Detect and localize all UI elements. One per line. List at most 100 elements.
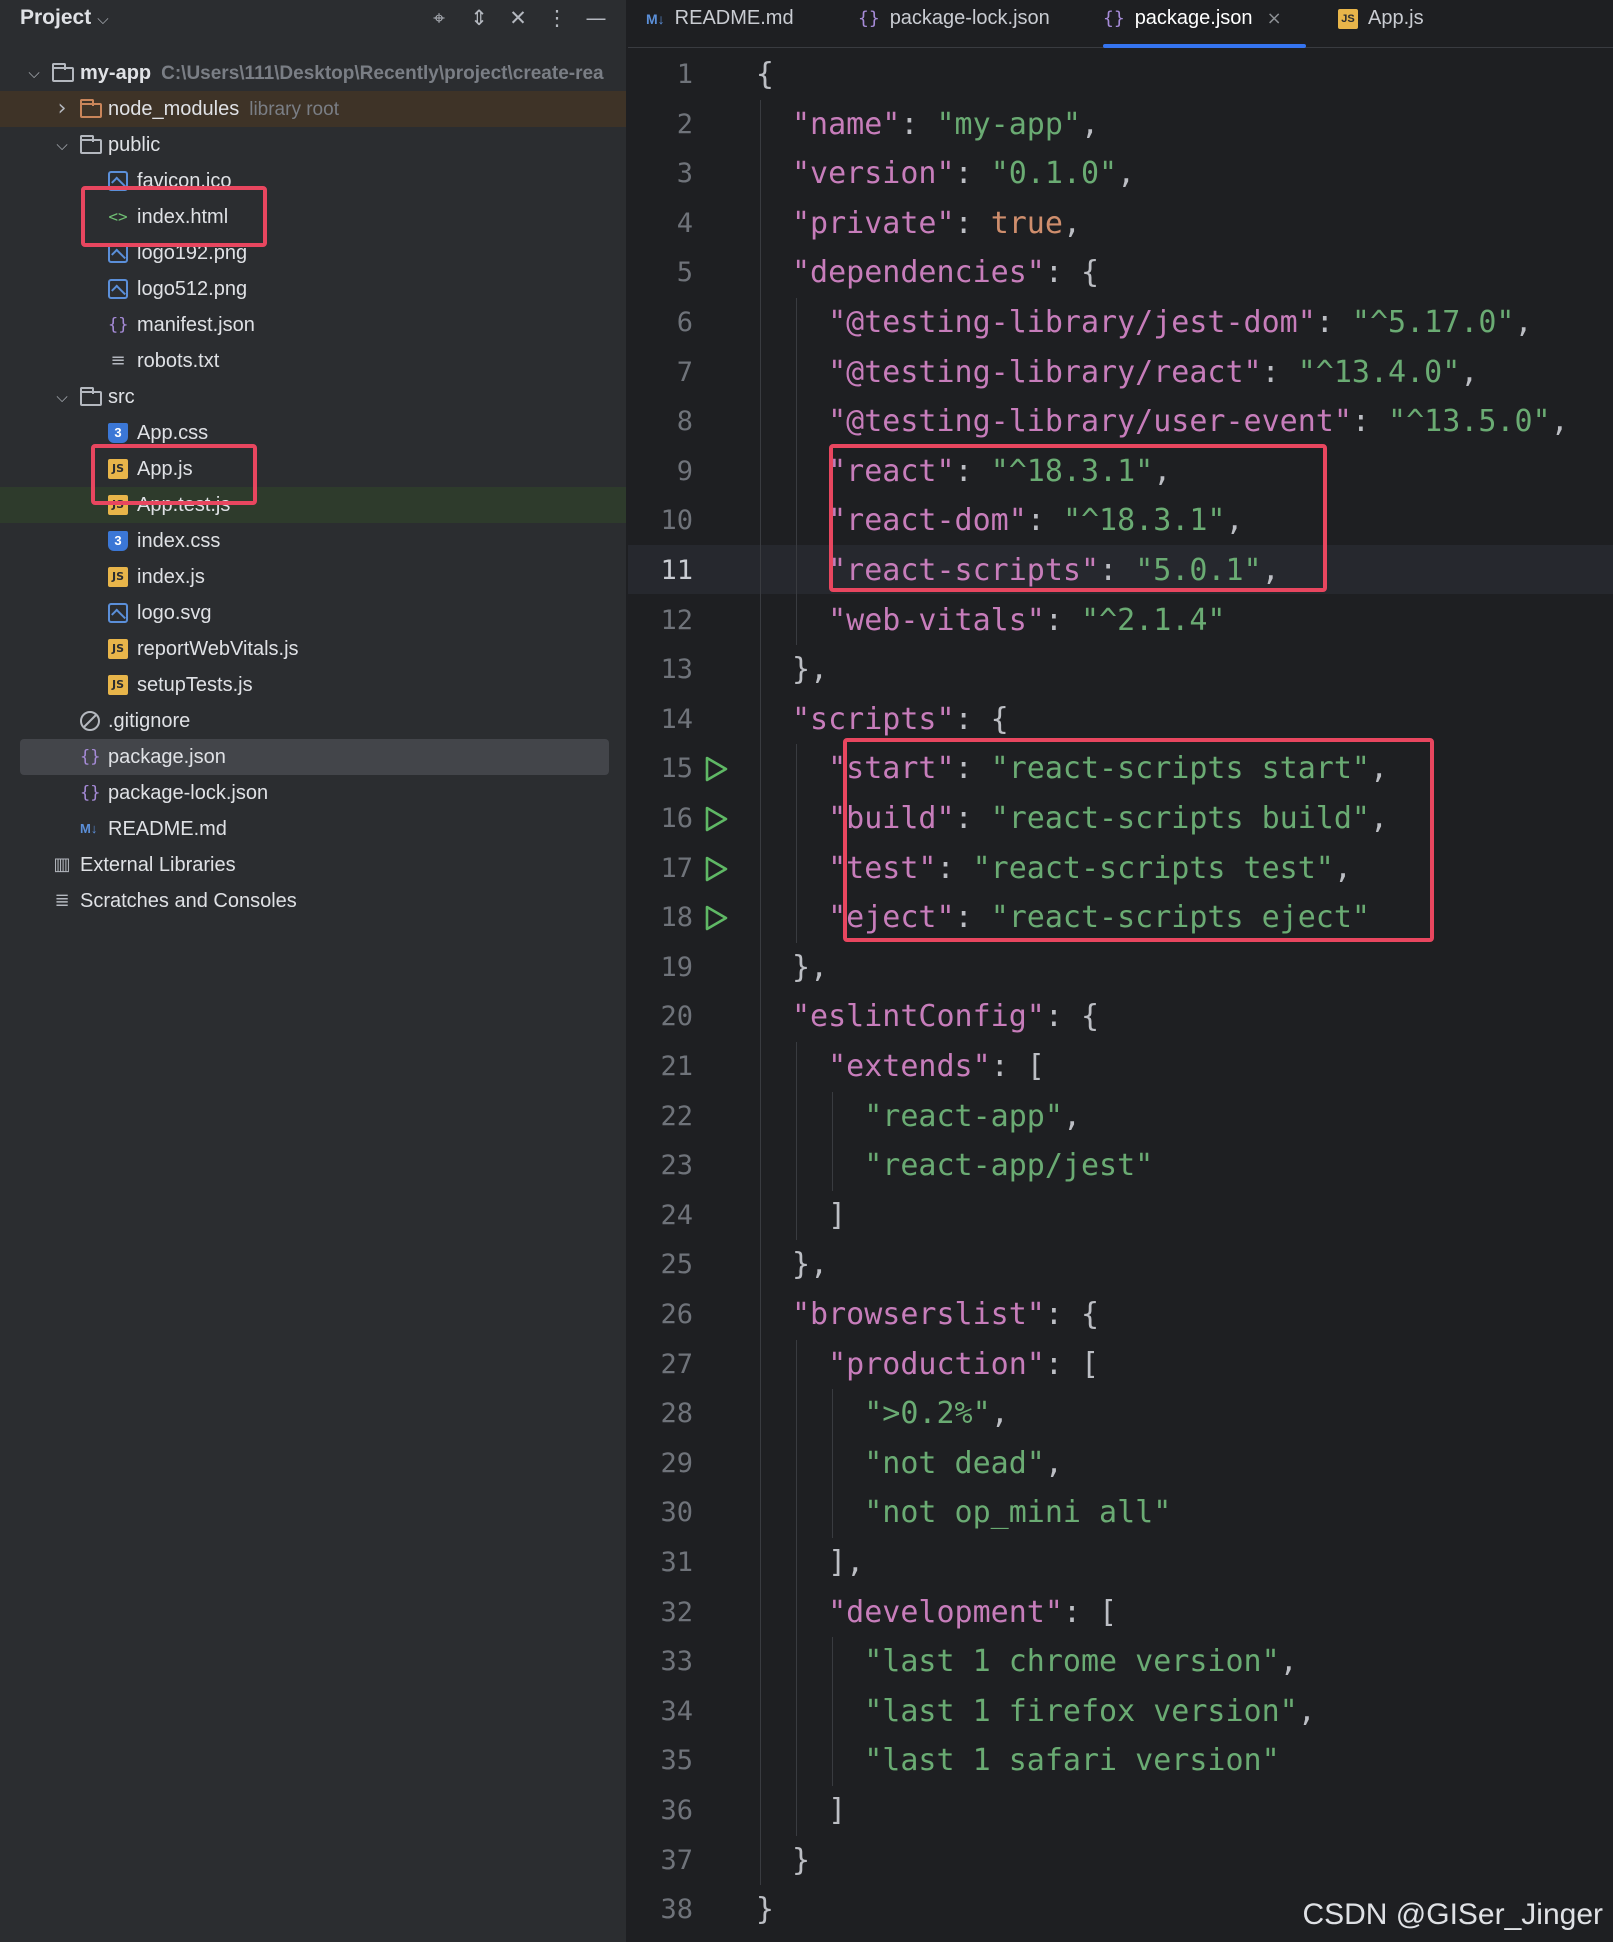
close-icon[interactable]: × xyxy=(1267,8,1282,29)
line-number: 38 xyxy=(660,1894,693,1926)
tree-item[interactable]: JS setupTests.js xyxy=(0,667,626,703)
editor-tab-bar: M↓ README.md {} package-lock.json {} package.… xyxy=(628,0,1613,48)
text-file-icon: ≡ xyxy=(110,350,126,371)
tree-item-label: index.css xyxy=(137,530,221,552)
line-number: 20 xyxy=(660,1001,693,1033)
folder-icon xyxy=(80,99,102,118)
scratch-icon: ≣ xyxy=(54,890,70,911)
folder-icon xyxy=(80,135,102,154)
tree-item[interactable]: {} package-lock.json xyxy=(0,775,626,811)
line-number: 15 xyxy=(660,753,693,785)
tree-item[interactable]: ⌵ my-app C:\Users\111\Desktop\Recently\pro… xyxy=(0,55,626,91)
line-number: 17 xyxy=(660,852,693,884)
tree-item-label: Scratches and Consoles xyxy=(80,890,297,912)
tree-item-label: package-lock.json xyxy=(108,782,269,804)
tree-item[interactable]: ≡ robots.txt xyxy=(0,343,626,379)
tree-item[interactable]: {} package.json xyxy=(20,739,609,775)
line-number: 25 xyxy=(660,1249,693,1281)
code-line: "@testing-library/jest-dom": "^5.17.0", xyxy=(828,305,1533,340)
project-panel: Project ⌵ ⌖ ⇕ ✕ ⋮ — ⌵ my-app C:\Users\111\D… xyxy=(0,0,627,1942)
line-number: 14 xyxy=(660,703,693,735)
code-line: "web-vitals": "^2.1.4" xyxy=(828,602,1226,638)
more-icon[interactable]: ⋮ xyxy=(543,4,571,32)
editor-tab-label: package-lock.json xyxy=(889,7,1050,29)
code-line: "last 1 firefox version", xyxy=(864,1693,1316,1729)
project-title: Project xyxy=(20,6,92,29)
line-number: 6 xyxy=(676,307,693,338)
line-number: 27 xyxy=(660,1348,693,1380)
code-line: } xyxy=(755,1892,774,1928)
tree-item[interactable]: 3 index.css xyxy=(0,523,626,559)
image-file-icon xyxy=(108,279,128,299)
js-file-icon: JS xyxy=(1338,9,1358,29)
expand-icon[interactable]: ⇕ xyxy=(465,4,493,32)
run-icon[interactable] xyxy=(702,855,730,883)
run-icon[interactable] xyxy=(702,904,730,932)
code-editor[interactable]: M↓ README.md {} package-lock.json {} package.… xyxy=(628,0,1613,1942)
chevron-down-icon[interactable]: ⌵ xyxy=(52,127,72,163)
code-line: "react-app", xyxy=(864,1098,1081,1134)
tree-item[interactable]: {} manifest.json xyxy=(0,307,626,343)
editor-tab[interactable]: {} package.json × xyxy=(1103,0,1306,48)
tree-item[interactable]: ⌵ public xyxy=(0,127,626,163)
minimize-icon[interactable]: — xyxy=(582,4,610,32)
editor-tab[interactable]: M↓ README.md xyxy=(646,0,794,48)
tree-item[interactable]: .gitignore xyxy=(0,703,626,739)
tree-item-label: index.js xyxy=(137,566,205,588)
json-file-icon: {} xyxy=(1103,8,1125,29)
tree-item[interactable]: › node_modules library root xyxy=(0,91,626,127)
library-icon: ▥ xyxy=(53,854,71,875)
code-line: }, xyxy=(755,652,829,688)
line-number: 19 xyxy=(660,951,693,983)
editor-tab[interactable]: JS App.js xyxy=(1338,0,1424,48)
chevron-down-icon[interactable]: ⌵ xyxy=(24,55,44,91)
line-number: 4 xyxy=(676,207,693,239)
tree-item[interactable]: logo512.png xyxy=(0,271,626,307)
line-number: 36 xyxy=(660,1795,693,1826)
chevron-down-icon: ⌵ xyxy=(97,11,109,28)
code-line: "extends": [ xyxy=(828,1049,1045,1084)
tree-item[interactable]: ▥ External Libraries xyxy=(0,847,626,883)
line-number: 12 xyxy=(660,604,693,636)
line-number: 34 xyxy=(660,1695,693,1727)
json-file-icon: {} xyxy=(80,783,101,803)
tree-item-label: logo.svg xyxy=(137,602,212,624)
line-number: 8 xyxy=(676,406,693,438)
collapse-icon[interactable]: ✕ xyxy=(504,4,532,32)
code-line: "private": true, xyxy=(792,205,1081,241)
line-number: 3 xyxy=(676,158,693,190)
tree-item[interactable]: JS index.js xyxy=(0,559,626,595)
css-file-icon: 3 xyxy=(108,423,128,443)
folder-icon xyxy=(52,63,74,82)
chevron-right-icon[interactable]: › xyxy=(52,91,72,127)
line-number: 33 xyxy=(660,1646,693,1678)
tree-item-label: reportWebVitals.js xyxy=(137,638,299,660)
line-number: 5 xyxy=(676,257,693,289)
tree-item-label: node_modules xyxy=(108,98,240,120)
run-icon[interactable] xyxy=(702,755,730,783)
code-line: "production": [ xyxy=(828,1346,1100,1382)
tree-item-label: src xyxy=(108,386,135,408)
tree-item[interactable]: ≣ Scratches and Consoles xyxy=(0,883,626,919)
project-view-selector[interactable]: Project ⌵ xyxy=(20,6,109,30)
tree-item[interactable]: M↓ README.md xyxy=(0,811,626,847)
run-icon[interactable] xyxy=(702,805,730,833)
code-line: "not dead", xyxy=(864,1445,1063,1481)
code-line: "react-app/jest" xyxy=(864,1148,1154,1184)
line-number: 32 xyxy=(660,1596,693,1628)
tree-item-label: setupTests.js xyxy=(137,674,253,696)
tree-item-label: manifest.json xyxy=(137,314,255,336)
watermark: CSDN @GISer_Jinger xyxy=(1302,1898,1603,1931)
tree-item-label: logo512.png xyxy=(137,278,248,300)
tree-item[interactable]: logo.svg xyxy=(0,595,626,631)
crosshair-icon[interactable]: ⌖ xyxy=(425,4,453,32)
tree-item-label: README.md xyxy=(108,818,227,840)
js-file-icon: JS xyxy=(108,675,128,695)
chevron-down-icon[interactable]: ⌵ xyxy=(52,379,72,415)
editor-tab[interactable]: {} package-lock.json xyxy=(858,0,1050,48)
line-number: 10 xyxy=(660,505,693,537)
tree-item[interactable]: ⌵ src xyxy=(0,379,626,415)
tree-item[interactable]: JS reportWebVitals.js xyxy=(0,631,626,667)
line-number: 13 xyxy=(660,654,693,686)
line-number: 28 xyxy=(660,1398,693,1430)
